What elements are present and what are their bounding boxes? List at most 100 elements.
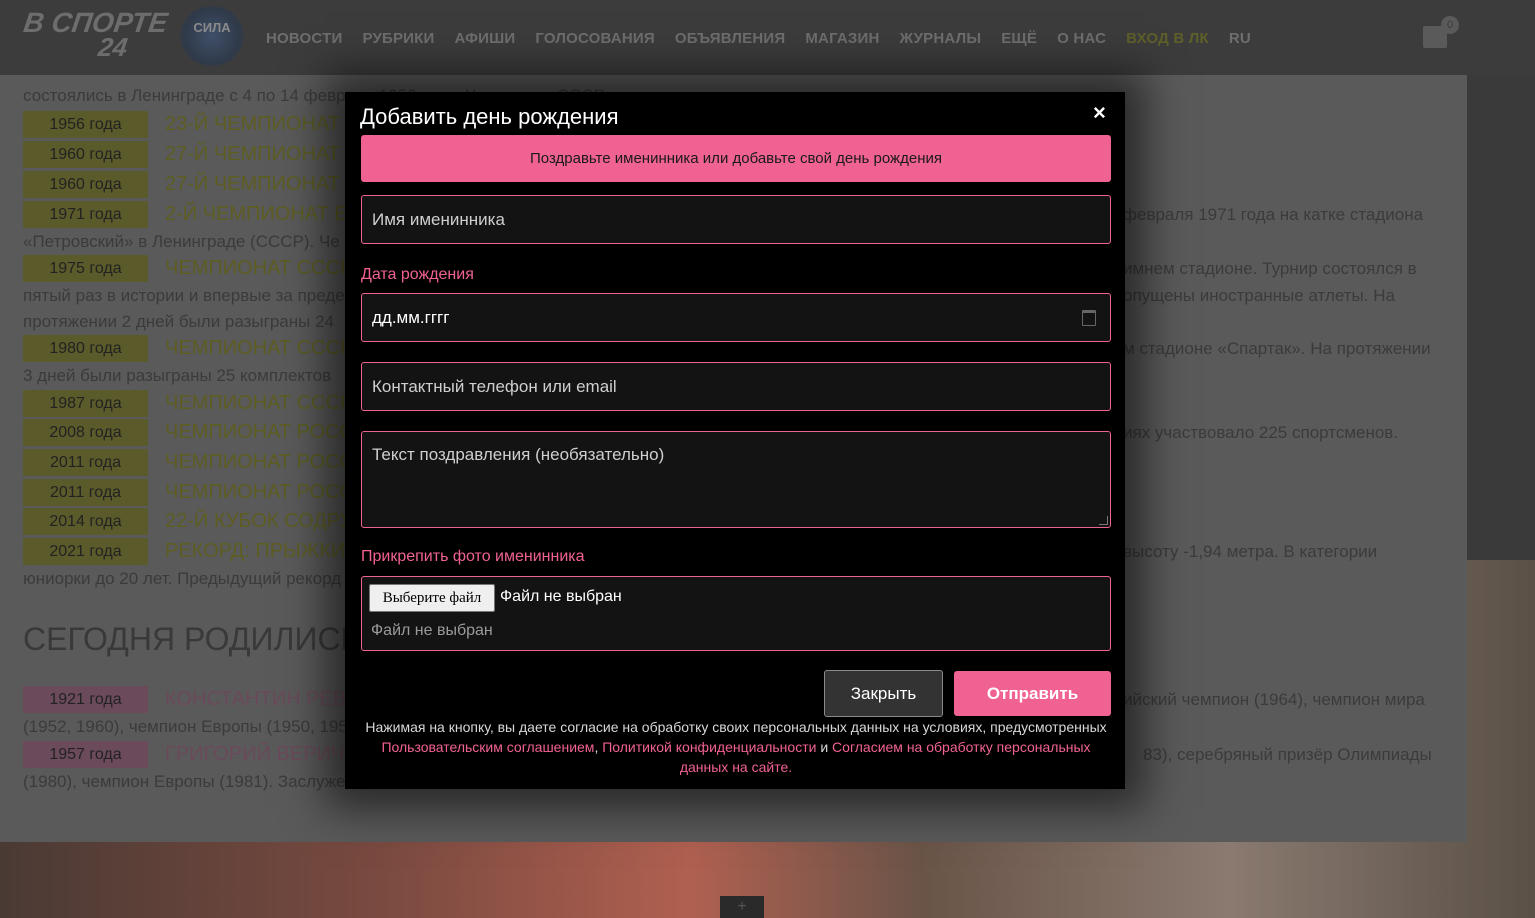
close-icon[interactable]: × [1093,100,1106,126]
contact-input[interactable]: Контактный телефон или email [361,362,1111,411]
consent-text: Нажимая на кнопку, вы даете согласие на … [361,717,1111,777]
birth-name[interactable]: КОНСТАНТИН РЕВА [165,688,359,711]
name-input[interactable]: Имя именинника [361,195,1111,244]
birthday-modal: Добавить день рождения × Поздравьте имен… [345,92,1125,789]
privacy-policy-link[interactable]: Политикой конфиденциальности [602,739,816,755]
event-row: 1987 года ЧЕМПИОНАТ СССР [23,390,353,417]
nav-item-ads[interactable]: ОБЪЯВЛЕНИЯ [675,30,786,47]
birth-text-line: (1952, 1960), чемпион Европы (1950, 195 [23,717,348,736]
event-title[interactable]: ЧЕМПИОНАТ РОСС [165,421,354,444]
birth-text-tail: ийский чемпион (1964), чемпион мира [1123,690,1425,709]
event-title[interactable]: 27-Й ЧЕМПИОНАТ С [165,143,360,166]
info-banner: Поздравьте именинника или добавьте свой … [361,135,1111,182]
event-title[interactable]: 2-Й ЧЕМПИОНАТ Е [165,203,348,226]
logo-number: 24 [96,32,130,62]
event-text-tail: иях участвовало 225 спортсменов. [1123,423,1399,442]
site-header: В СПОРТЕ 24 СИЛА НОВОСТИ РУБРИКИ АФИШИ Г… [0,0,1535,75]
event-title[interactable]: ЧЕМПИОНАТ СССР [165,392,353,415]
event-row: 2011 года ЧЕМПИОНАТ РОСС [23,479,354,506]
send-button[interactable]: Отправить [954,671,1111,716]
event-title[interactable]: ЧЕМПИОНАТ СССР [165,257,353,280]
event-text-line: пятый раз в истории и впервые за преде [23,286,345,305]
nav-item-news[interactable]: НОВОСТИ [266,30,342,47]
message-textarea[interactable]: Текст поздравления (необязательно) [361,431,1111,528]
main-nav: НОВОСТИ РУБРИКИ АФИШИ ГОЛОСОВАНИЯ ОБЪЯВЛ… [266,30,1251,47]
births-heading: СЕГОДНЯ РОДИЛИСЬ [23,621,362,657]
event-row: 2008 года ЧЕМПИОНАТ РОСС [23,419,354,446]
event-text-tail: опущены иностранные атлеты. На [1123,286,1395,305]
birth-text-tail: 83), серебряный призёр Олимпиады [1143,745,1432,764]
event-year: 2011 года [23,479,148,506]
cart-count-badge: 0 [1441,16,1459,34]
event-year: 1987 года [23,390,148,417]
date-label: Дата рождения [361,266,474,283]
birth-text-line: (1980), чемпион Европы (1981). Заслуже [23,772,346,791]
event-title[interactable]: 27-Й ЧЕМПИОНАТ С [165,173,360,196]
birth-year: 1957 года [23,741,148,768]
nav-item-more[interactable]: ЕЩЁ [1001,30,1037,47]
event-text-line: протяжении 2 дней были разыграны 24 [23,312,334,331]
event-year: 2014 года [23,508,148,535]
event-year: 1975 года [23,255,148,282]
login-link[interactable]: ВХОД В ЛК [1126,30,1209,47]
photo-upload: Выберите файл Файл не выбран Файл не выб… [361,576,1111,651]
resize-handle-icon[interactable] [1099,516,1108,525]
event-row: 2021 года РЕКОРД: ПРЫЖКИ [23,538,345,565]
event-text-tail: м стадионе «Спартак». На протяжении [1123,339,1431,358]
event-text-line: «Петровский» в Ленинграде (СССР). Че [23,232,340,251]
contact-input-placeholder: Контактный телефон или email [372,377,617,396]
event-row: 2014 года 22-Й КУБОК СОДРУ [23,508,352,535]
birth-name[interactable]: ГРИГОРИЙ ВЕРИЧЕ [165,743,358,766]
event-year: 1960 года [23,171,148,198]
event-title[interactable]: ЧЕМПИОНАТ СССР [165,337,353,360]
nav-item-shop[interactable]: МАГАЗИН [805,30,879,47]
nav-item-votes[interactable]: ГОЛОСОВАНИЯ [535,30,654,47]
event-title[interactable]: ЧЕМПИОНАТ РОСС [165,451,354,474]
name-input-placeholder: Имя именинника [372,210,505,229]
birthdate-input[interactable]: дд.мм.гггг [361,293,1111,342]
birth-row: 1921 года КОНСТАНТИН РЕВА [23,686,359,713]
event-row: 1960 года 27-Й ЧЕМПИОНАТ С [23,141,360,168]
file-status: Файл не выбран [500,588,622,605]
user-agreement-link[interactable]: Пользовательским соглашением [381,739,594,755]
event-row: 1971 года 2-Й ЧЕМПИОНАТ Е [23,201,348,228]
event-row: 2011 года ЧЕМПИОНАТ РОСС [23,449,354,476]
event-title[interactable]: ЧЕМПИОНАТ РОСС [165,481,354,504]
event-year: 2021 года [23,538,148,565]
nav-item-rubrics[interactable]: РУБРИКИ [362,30,434,47]
event-title[interactable]: 23-Й ЧЕМПИОНАТ С [165,113,360,136]
event-row: 1980 года ЧЕМПИОНАТ СССР [23,335,353,362]
event-row: 1960 года 27-Й ЧЕМПИОНАТ С [23,171,360,198]
nav-item-magazines[interactable]: ЖУРНАЛЫ [899,30,981,47]
birth-row: 1957 года ГРИГОРИЙ ВЕРИЧЕ [23,741,358,768]
event-text-tail: февраля 1971 года на катке стадиона [1123,205,1424,224]
calendar-icon[interactable] [1082,310,1096,326]
choose-file-button[interactable]: Выберите файл [369,584,495,612]
event-title[interactable]: РЕКОРД: ПРЫЖКИ [165,540,345,563]
birth-year: 1921 года [23,686,148,713]
consent-separator: и [816,739,833,755]
event-year: 1980 года [23,335,148,362]
event-text-line: 3 дней были разыграны 25 комплектов [23,366,332,385]
partner-emblem[interactable]: СИЛА [180,6,244,66]
photo-label: Прикрепить фото именинника [361,548,585,565]
event-text-tail: имнем стадионе. Турнир состоялся в [1123,259,1417,278]
event-year: 2011 года [23,449,148,476]
event-year: 1960 года [23,141,148,168]
message-placeholder: Текст поздравления (необязательно) [372,445,665,464]
nav-item-posters[interactable]: АФИШИ [454,30,515,47]
event-text-line: юниорки до 20 лет. Предыдущий рекорд [23,569,342,588]
nav-item-about[interactable]: О НАС [1057,30,1106,47]
language-switch[interactable]: RU [1229,30,1251,47]
plus-tab[interactable]: + [720,896,764,918]
close-button[interactable]: Закрыть [824,670,943,717]
site-logo[interactable]: В СПОРТЕ 24 [18,7,175,62]
event-year: 2008 года [23,419,148,446]
consent-prefix: Нажимая на кнопку, вы даете согласие на … [365,719,1107,735]
event-row: 1975 года ЧЕМПИОНАТ СССР [23,255,353,282]
file-note: Файл не выбран [371,622,493,639]
birthdate-input-value: дд.мм.гггг [372,308,450,327]
event-title[interactable]: 22-Й КУБОК СОДРУ [165,510,352,533]
event-text-tail: высоту -1,94 метра. В категории [1123,542,1378,561]
logo-text: В СПОРТЕ [21,7,170,38]
